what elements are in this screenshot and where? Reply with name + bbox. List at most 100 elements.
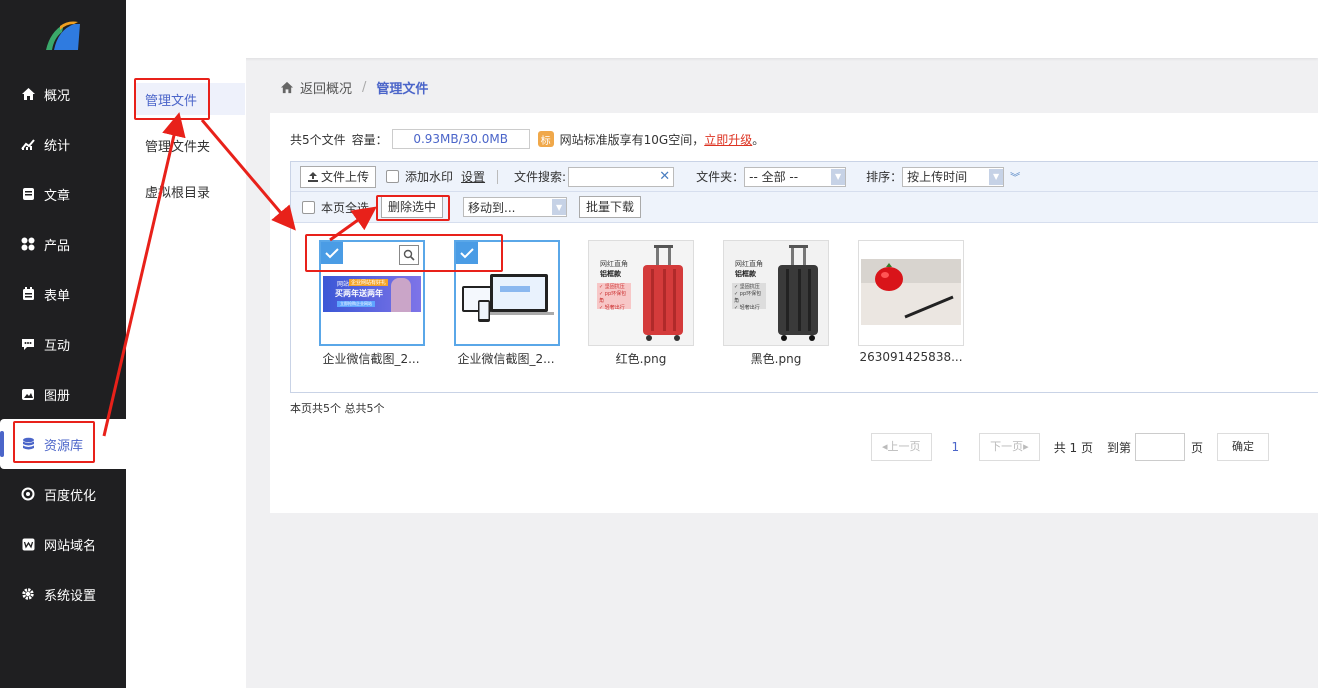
- sidebar-item-baidu-seo[interactable]: 百度优化: [0, 469, 126, 519]
- sidebar-item-articles[interactable]: 文章: [0, 169, 126, 219]
- case-sub: 铝框款: [735, 270, 756, 278]
- home-icon: [20, 86, 36, 102]
- file-name[interactable]: 263091425838...: [851, 350, 971, 364]
- prev-page-button[interactable]: ◂上一页: [871, 433, 932, 461]
- domain-icon: [20, 536, 36, 552]
- next-page-button[interactable]: 下一页▸: [979, 433, 1040, 461]
- breadcrumb-back-link[interactable]: 返回概况: [300, 78, 352, 97]
- file-summary: 本页共5个 总共5个: [290, 402, 385, 415]
- page-number[interactable]: 1: [952, 440, 960, 454]
- page-unit: 页: [1190, 440, 1203, 455]
- watermark-settings-link[interactable]: 设置: [461, 168, 485, 185]
- move-to-value: 移动到...: [468, 200, 516, 215]
- case-feature: ✓ 轻奢出行: [734, 305, 760, 311]
- top-bar: [126, 0, 1318, 58]
- sidebar-item-domain[interactable]: 网站域名: [0, 519, 126, 569]
- sidebar-item-label: 表单: [44, 288, 71, 304]
- file-thumbnail[interactable]: [858, 240, 964, 346]
- album-icon: [20, 386, 36, 402]
- red-suitcase-image: 网红直角 铝框款 ✓ 坚固抗压 ✓ pp环保包角 ✓ 轻奢出行: [589, 241, 693, 345]
- capacity-label: 容量：: [351, 132, 388, 147]
- upload-button[interactable]: 文件上传: [300, 165, 377, 188]
- next-page-label: 下一页: [990, 440, 1024, 453]
- banner-button: 立即抢购企业网站: [337, 301, 375, 307]
- sidebar-item-overview[interactable]: 概况: [0, 69, 126, 119]
- sidebar-item-label: 概况: [44, 88, 71, 104]
- case-feature: ✓ 轻奢出行: [599, 305, 625, 311]
- chat-icon: [20, 336, 36, 352]
- file-count: 共5个文件: [290, 132, 346, 147]
- subnav-virtual-root[interactable]: 虚拟根目录: [134, 175, 245, 207]
- case-feature: ✓ 坚固抗压: [599, 284, 625, 290]
- pagination: ◂上一页 1 下一页▸ 共 1 页 到第 页 确定: [871, 433, 1269, 461]
- sidebar-item-label: 统计: [44, 138, 71, 154]
- annotation-box: [376, 195, 450, 221]
- goto-page-input[interactable]: [1134, 433, 1185, 461]
- sidebar-item-label: 图册: [44, 388, 71, 404]
- search-label: 文件搜索:: [514, 170, 567, 184]
- annotation-box: [13, 421, 95, 463]
- file-name[interactable]: 企业微信截图_2...: [311, 350, 431, 367]
- main-sidebar: 概况 统计 文章 产品 表单 互动 图册 百度优化 网站域名 系统设置: [0, 0, 126, 688]
- sidebar-item-album[interactable]: 图册: [0, 369, 126, 419]
- banner-small: 企业网站有好礼: [349, 279, 389, 286]
- upgrade-link[interactable]: 立即升级: [704, 131, 752, 148]
- file-name[interactable]: 企业微信截图_2...: [446, 350, 566, 367]
- case-sub: 铝框款: [600, 270, 621, 278]
- case-feature-box: ✓ 坚固抗压 ✓ pp环保包角 ✓ 轻奢出行: [732, 283, 766, 311]
- banner-line: 买两年送两年: [335, 289, 383, 298]
- banner-image: 网站 企业网站有好礼 买两年送两年 立即抢购企业网站: [323, 276, 421, 312]
- folder-select-value: -- 全部 --: [749, 170, 799, 184]
- breadcrumb-separator: /: [362, 80, 367, 95]
- watermark-checkbox[interactable]: [386, 170, 400, 183]
- devices-image: [462, 274, 554, 322]
- double-chevron-down-icon[interactable]: ︾: [1010, 169, 1020, 184]
- confirm-button[interactable]: 确定: [1217, 433, 1269, 461]
- form-icon: [20, 286, 36, 302]
- sort-select[interactable]: 按上传时间 ▼: [902, 166, 1005, 187]
- article-icon: [20, 186, 36, 202]
- sidebar-item-label: 文章: [44, 188, 71, 204]
- watermark-label: 添加水印: [405, 170, 454, 184]
- file-thumbnail[interactable]: 网红直角 铝框款 ✓ 坚固抗压 ✓ pp环保包角 ✓ 轻奢出行: [723, 240, 829, 346]
- case-title: 网红直角: [600, 260, 628, 268]
- annotation-box: [305, 234, 503, 272]
- select-all-checkbox[interactable]: [302, 200, 315, 214]
- shield-badge-icon: 标: [537, 131, 554, 147]
- case-feature-box: ✓ 坚固抗压 ✓ pp环保包角 ✓ 轻奢出行: [597, 283, 631, 311]
- folder-label: 文件夹：: [696, 170, 745, 184]
- logo-icon: [46, 21, 80, 50]
- sidebar-item-settings[interactable]: 系统设置: [0, 569, 126, 619]
- sidebar-item-interaction[interactable]: 互动: [0, 319, 126, 369]
- batch-download-button[interactable]: 批量下载: [579, 196, 642, 218]
- secondary-nav: 管理文件 管理文件夹 虚拟根目录: [126, 58, 246, 688]
- subnav-manage-folders[interactable]: 管理文件夹: [134, 129, 245, 161]
- sidebar-item-label: 百度优化: [44, 488, 97, 504]
- sidebar-item-products[interactable]: 产品: [0, 219, 126, 269]
- black-suitcase-image: 网红直角 铝框款 ✓ 坚固抗压 ✓ pp环保包角 ✓ 轻奢出行: [724, 241, 828, 345]
- upgrade-note: 网站标准版享有10G空间，: [559, 132, 705, 147]
- seo-icon: [20, 486, 36, 502]
- case-feature: ✓ pp环保包角: [599, 291, 627, 304]
- file-name[interactable]: 红色.png: [581, 350, 701, 367]
- sidebar-item-label: 互动: [44, 338, 71, 354]
- file-search-input[interactable]: ✕: [568, 166, 675, 187]
- file-name[interactable]: 黑色.png: [716, 350, 836, 367]
- select-all-label: 本页全选: [321, 200, 370, 215]
- folder-select[interactable]: -- 全部 -- ▼: [744, 166, 847, 187]
- file-thumbnail[interactable]: 网红直角 铝框款 ✓ 坚固抗压 ✓ pp环保包角 ✓ 轻奢出行: [588, 240, 694, 346]
- upload-label: 文件上传: [321, 169, 370, 184]
- sidebar-item-forms[interactable]: 表单: [0, 269, 126, 319]
- sidebar-item-stats[interactable]: 统计: [0, 119, 126, 169]
- divider: [497, 169, 499, 184]
- capacity-value: 0.93MB/30.0MB: [391, 129, 530, 149]
- move-to-select[interactable]: 移动到... ▼: [463, 197, 568, 217]
- sidebar-item-label: 网站域名: [44, 538, 97, 554]
- sidebar-item-label: 系统设置: [44, 588, 97, 604]
- clear-icon[interactable]: ✕: [659, 169, 670, 184]
- breadcrumb: 返回概况 / 管理文件: [280, 78, 428, 97]
- case-title: 网红直角: [735, 260, 763, 268]
- suitcase-graphic: [778, 245, 818, 341]
- total-pages: 共 1 页: [1053, 440, 1093, 455]
- annotation-box: [134, 78, 210, 120]
